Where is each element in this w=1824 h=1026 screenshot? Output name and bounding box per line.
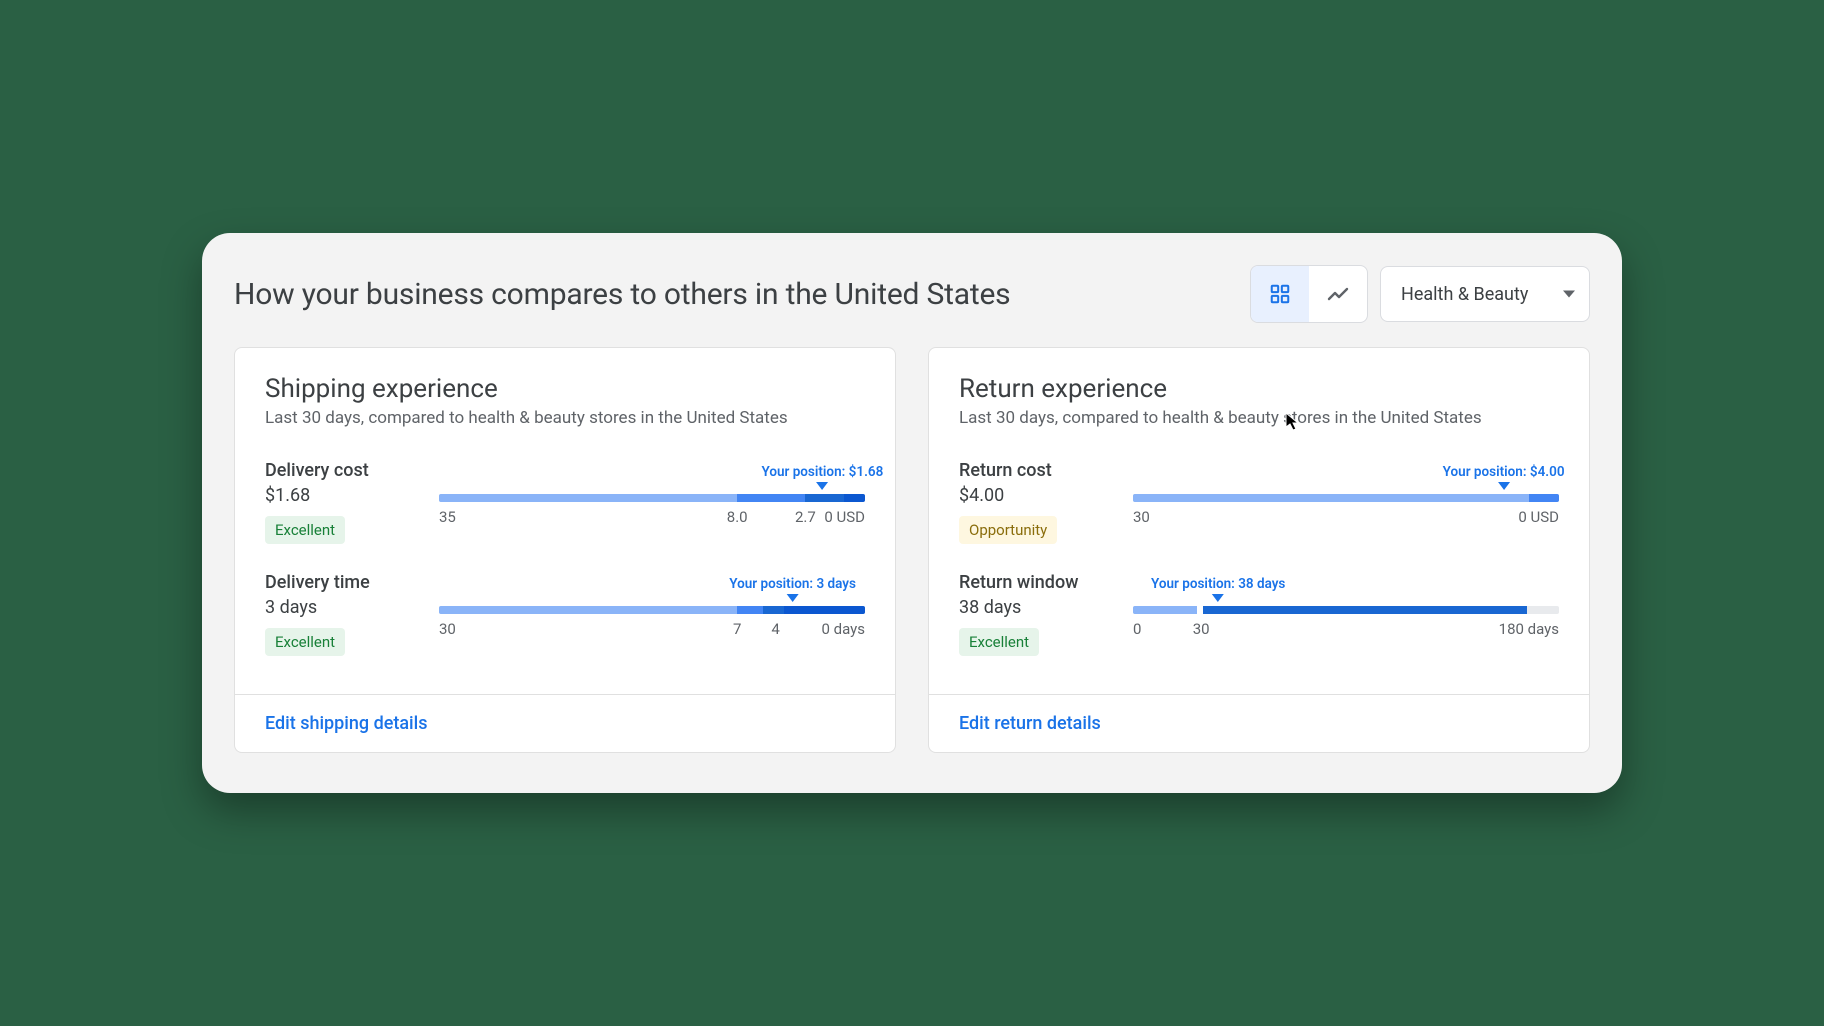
tick-label: 0 days: [822, 620, 866, 638]
tick-row: 30 7 4 0 days: [439, 620, 865, 640]
tick-label: 0 USD: [1518, 508, 1559, 526]
metric-name: Delivery time: [265, 572, 415, 593]
metric-value: $4.00: [959, 485, 1109, 506]
tick-row: 35 8.0 2.7 0 USD: [439, 508, 865, 528]
grid-icon: [1269, 283, 1291, 305]
tick-label: 0 USD: [824, 508, 865, 526]
trend-view-button[interactable]: [1309, 266, 1367, 322]
category-select[interactable]: Health & Beauty: [1380, 266, 1590, 322]
tick-row: 0 30 180 days: [1133, 620, 1559, 640]
bar-delivery-time: [439, 606, 865, 614]
comparison-panel: How your business compares to others in …: [202, 233, 1622, 793]
position-label: Your position: 3 days: [729, 576, 856, 592]
tick-label: 0: [1133, 620, 1141, 638]
status-badge: Opportunity: [959, 516, 1057, 544]
shipping-card: Shipping experience Last 30 days, compar…: [234, 347, 896, 753]
bar-delivery-cost: [439, 494, 865, 502]
bar-return-cost: [1133, 494, 1559, 502]
tick-label: 7: [733, 620, 741, 638]
edit-shipping-link[interactable]: Edit shipping details: [265, 713, 428, 734]
position-marker-icon: [787, 594, 799, 602]
header-controls: Health & Beauty: [1250, 265, 1590, 323]
metric-name: Delivery cost: [265, 460, 415, 481]
tick-label: 4: [771, 620, 779, 638]
metric-name: Return window: [959, 572, 1109, 593]
chevron-down-icon: [1563, 291, 1575, 298]
tick-label: 180 days: [1499, 620, 1559, 638]
status-badge: Excellent: [265, 516, 345, 544]
position-label: Your position: $4.00: [1443, 464, 1565, 480]
tick-row: 30 0 USD: [1133, 508, 1559, 528]
status-badge: Excellent: [265, 628, 345, 656]
tick-label: 30: [1193, 620, 1210, 638]
metric-delivery-time: Delivery time 3 days Excellent Your posi…: [265, 572, 865, 656]
position-label: Your position: 38 days: [1151, 576, 1285, 592]
bar-return-window: [1133, 606, 1559, 614]
status-badge: Excellent: [959, 628, 1039, 656]
trend-icon: [1326, 282, 1350, 306]
shipping-card-subtitle: Last 30 days, compared to health & beaut…: [265, 408, 865, 428]
tick-label: 30: [439, 620, 456, 638]
position-marker-icon: [1212, 594, 1224, 602]
shipping-card-title: Shipping experience: [265, 374, 865, 404]
tick-label: 35: [439, 508, 456, 526]
header-row: How your business compares to others in …: [234, 265, 1590, 323]
return-card: Return experience Last 30 days, compared…: [928, 347, 1590, 753]
return-card-subtitle: Last 30 days, compared to health & beaut…: [959, 408, 1559, 428]
metric-return-window: Return window 38 days Excellent Your pos…: [959, 572, 1559, 656]
return-card-title: Return experience: [959, 374, 1559, 404]
tick-label: 30: [1133, 508, 1150, 526]
edit-return-link[interactable]: Edit return details: [959, 713, 1101, 734]
page-title: How your business compares to others in …: [234, 277, 1010, 312]
metric-return-cost: Return cost $4.00 Opportunity Your posit…: [959, 460, 1559, 544]
tick-label: 2.7: [795, 508, 816, 526]
metric-name: Return cost: [959, 460, 1109, 481]
position-marker-icon: [816, 482, 828, 490]
tick-label: 8.0: [727, 508, 748, 526]
metric-value: $1.68: [265, 485, 415, 506]
metric-value: 3 days: [265, 597, 415, 618]
position-marker-icon: [1498, 482, 1510, 490]
position-label: Your position: $1.68: [761, 464, 883, 480]
category-select-label: Health & Beauty: [1401, 284, 1528, 305]
cards-row: Shipping experience Last 30 days, compar…: [234, 347, 1590, 753]
view-toggle: [1250, 265, 1368, 323]
grid-view-button[interactable]: [1251, 266, 1309, 322]
metric-value: 38 days: [959, 597, 1109, 618]
metric-delivery-cost: Delivery cost $1.68 Excellent Your posit…: [265, 460, 865, 544]
